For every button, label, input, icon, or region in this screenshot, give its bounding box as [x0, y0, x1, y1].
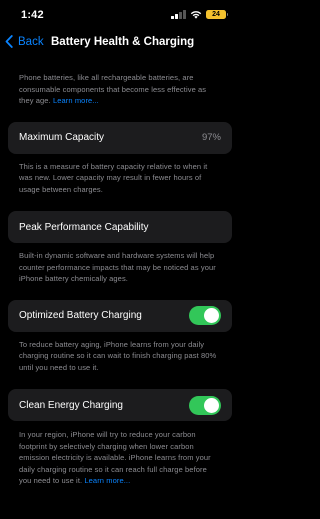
- maximum-capacity-value: 97%: [201, 132, 221, 143]
- maximum-capacity-description: This is a measure of battery capacity re…: [19, 161, 208, 194]
- learn-more-link[interactable]: Learn more...: [84, 476, 130, 485]
- learn-more-link[interactable]: Learn more...: [53, 96, 99, 105]
- clean-energy-description: In your region, iPhone will try to reduc…: [8, 429, 232, 487]
- navigation-bar: Back Battery Health & Charging: [0, 30, 240, 56]
- optimized-charging-row: Optimized Battery Charging: [8, 299, 232, 332]
- back-label: Back: [18, 35, 44, 48]
- cellular-signal-icon: [171, 10, 186, 19]
- maximum-capacity-label: Maximum Capacity: [19, 132, 105, 143]
- intro-description: Phone batteries, like all rechargeable b…: [8, 60, 232, 107]
- clean-energy-row: Clean Energy Charging: [8, 389, 232, 421]
- status-bar: 1:42 24: [0, 0, 240, 30]
- status-time: 1:42: [21, 9, 44, 21]
- chevron-left-icon: [5, 35, 13, 48]
- clean-energy-label: Clean Energy Charging: [19, 399, 123, 411]
- wifi-icon: [190, 11, 202, 19]
- status-icons: 24: [171, 10, 228, 19]
- peak-performance-description: Built-in dynamic software and hardware s…: [19, 251, 216, 283]
- back-button[interactable]: Back: [5, 35, 44, 48]
- intro-text: Phone batteries, like all rechargeable b…: [19, 73, 207, 105]
- optimized-charging-description: To reduce battery aging, iPhone learns f…: [19, 339, 217, 372]
- settings-content: Phone batteries, like all rechargeable b…: [8, 60, 232, 487]
- optimized-charging-toggle[interactable]: [189, 306, 221, 325]
- battery-icon: 24: [206, 10, 228, 19]
- toggle-knob: [204, 308, 219, 323]
- peak-performance-label: Peak Performance Capability: [19, 221, 149, 233]
- clean-energy-toggle[interactable]: [189, 395, 221, 415]
- peak-performance-row: Peak Performance Capability: [8, 211, 232, 243]
- maximum-capacity-row: Maximum Capacity 97%: [8, 121, 232, 154]
- optimized-charging-label: Optimized Battery Charging: [19, 310, 142, 321]
- toggle-knob: [204, 397, 219, 413]
- page-title: Battery Health & Charging: [51, 36, 195, 48]
